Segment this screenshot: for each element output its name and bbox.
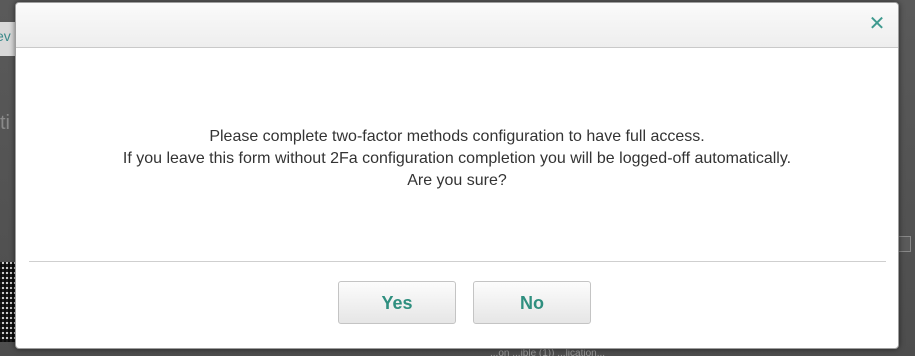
qr-code-image <box>0 262 16 342</box>
dialog-message: Please complete two-factor methods confi… <box>16 126 898 192</box>
message-line-access: Please complete two-factor methods confi… <box>209 128 705 145</box>
background-tab-label: ev <box>0 28 11 44</box>
message-line-question: Are you sure? <box>407 172 507 189</box>
no-button[interactable]: No <box>473 281 591 324</box>
confirm-dialog: ✕ Please complete two-factor methods con… <box>15 2 899 349</box>
dialog-header: ✕ <box>16 3 898 48</box>
background-scroll-marker <box>897 236 911 252</box>
dialog-divider <box>29 261 886 262</box>
close-icon[interactable]: ✕ <box>866 13 888 35</box>
background-heading-fragment: ti <box>0 112 10 134</box>
message-line-warning: If you leave this form without 2Fa confi… <box>122 150 792 167</box>
background-footer-fragment: ...on ...ible (1)) ...lication... <box>490 348 606 356</box>
yes-button[interactable]: Yes <box>338 281 456 324</box>
